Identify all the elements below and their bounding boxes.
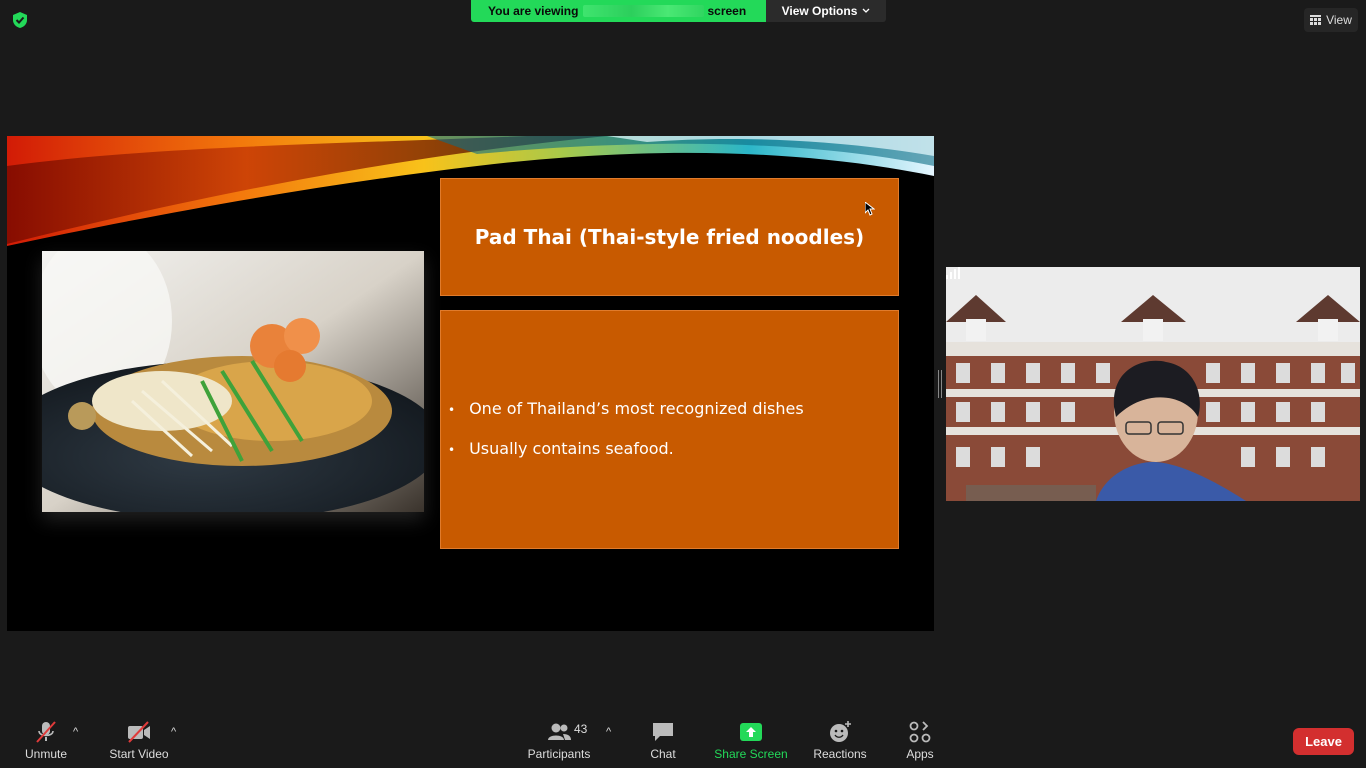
participants-options-caret[interactable]: ^: [606, 726, 616, 738]
participants-label: Participants: [527, 747, 591, 761]
slide-bullet: • One of Thailand’s most recognized dish…: [448, 399, 898, 418]
chevron-down-icon: [862, 8, 870, 13]
bullet-icon: •: [448, 443, 456, 457]
share-screen-label: Share Screen: [714, 747, 788, 761]
slide-title-box: Pad Thai (Thai-style fried noodles): [440, 178, 899, 296]
unmute-label: Unmute: [24, 747, 68, 761]
grid-view-icon: [1310, 15, 1322, 25]
start-video-label: Start Video: [109, 747, 169, 761]
meeting-toolbar: Unmute ^ Start Video ^ Participants 43 ^…: [0, 710, 1366, 768]
participants-icon: [548, 723, 571, 740]
redacted-name: [583, 5, 705, 17]
microphone-muted-icon: [36, 721, 56, 743]
slide-body-box: • One of Thailand’s most recognized dish…: [440, 310, 899, 549]
panel-resize-handle[interactable]: [938, 370, 942, 398]
slide-bullet-text: One of Thailand’s most recognized dishes: [469, 399, 804, 418]
reactions-label: Reactions: [813, 747, 867, 761]
participant-video-frame: [946, 267, 1360, 501]
video-camera-off-icon: [128, 721, 150, 743]
view-options-label: View Options: [781, 4, 858, 18]
chat-label: Chat: [650, 747, 676, 761]
pad-thai-photo: [42, 251, 424, 512]
reactions-smiley-icon: [830, 721, 851, 742]
mouse-cursor-icon: [865, 202, 875, 216]
security-shield-icon[interactable]: [11, 11, 29, 29]
slide-bullet: • Usually contains seafood.: [448, 439, 898, 458]
participant-video[interactable]: [946, 267, 1360, 501]
participants-count: 43: [574, 722, 588, 736]
chat-bubble-icon: [653, 723, 673, 741]
unmute-button[interactable]: Unmute: [22, 720, 70, 766]
video-options-caret[interactable]: ^: [171, 726, 181, 738]
share-screen-button[interactable]: Share Screen: [714, 720, 788, 766]
audio-options-caret[interactable]: ^: [73, 726, 83, 738]
slide-title: Pad Thai (Thai-style fried noodles): [474, 225, 865, 249]
viewing-suffix: screen: [707, 4, 747, 18]
view-options-button[interactable]: View Options: [766, 0, 886, 22]
bullet-icon: •: [448, 403, 456, 417]
reactions-button[interactable]: Reactions: [812, 720, 868, 766]
view-button[interactable]: View: [1304, 8, 1358, 32]
view-label: View: [1326, 13, 1352, 27]
chat-button[interactable]: Chat: [646, 720, 680, 766]
start-video-button[interactable]: Start Video: [108, 720, 170, 766]
share-screen-icon: [740, 723, 762, 741]
viewing-prefix: You are viewing: [488, 4, 579, 18]
signal-strength-icon: [946, 267, 960, 279]
apps-label: Apps: [906, 747, 934, 761]
viewing-screen-banner: You are viewing screen: [471, 0, 766, 22]
leave-button[interactable]: Leave: [1293, 728, 1354, 755]
shared-screen[interactable]: Pad Thai (Thai-style fried noodles) • On…: [7, 136, 934, 631]
apps-icon: [909, 721, 931, 743]
apps-button[interactable]: Apps: [903, 720, 937, 766]
slide-bullet-text: Usually contains seafood.: [469, 439, 674, 458]
